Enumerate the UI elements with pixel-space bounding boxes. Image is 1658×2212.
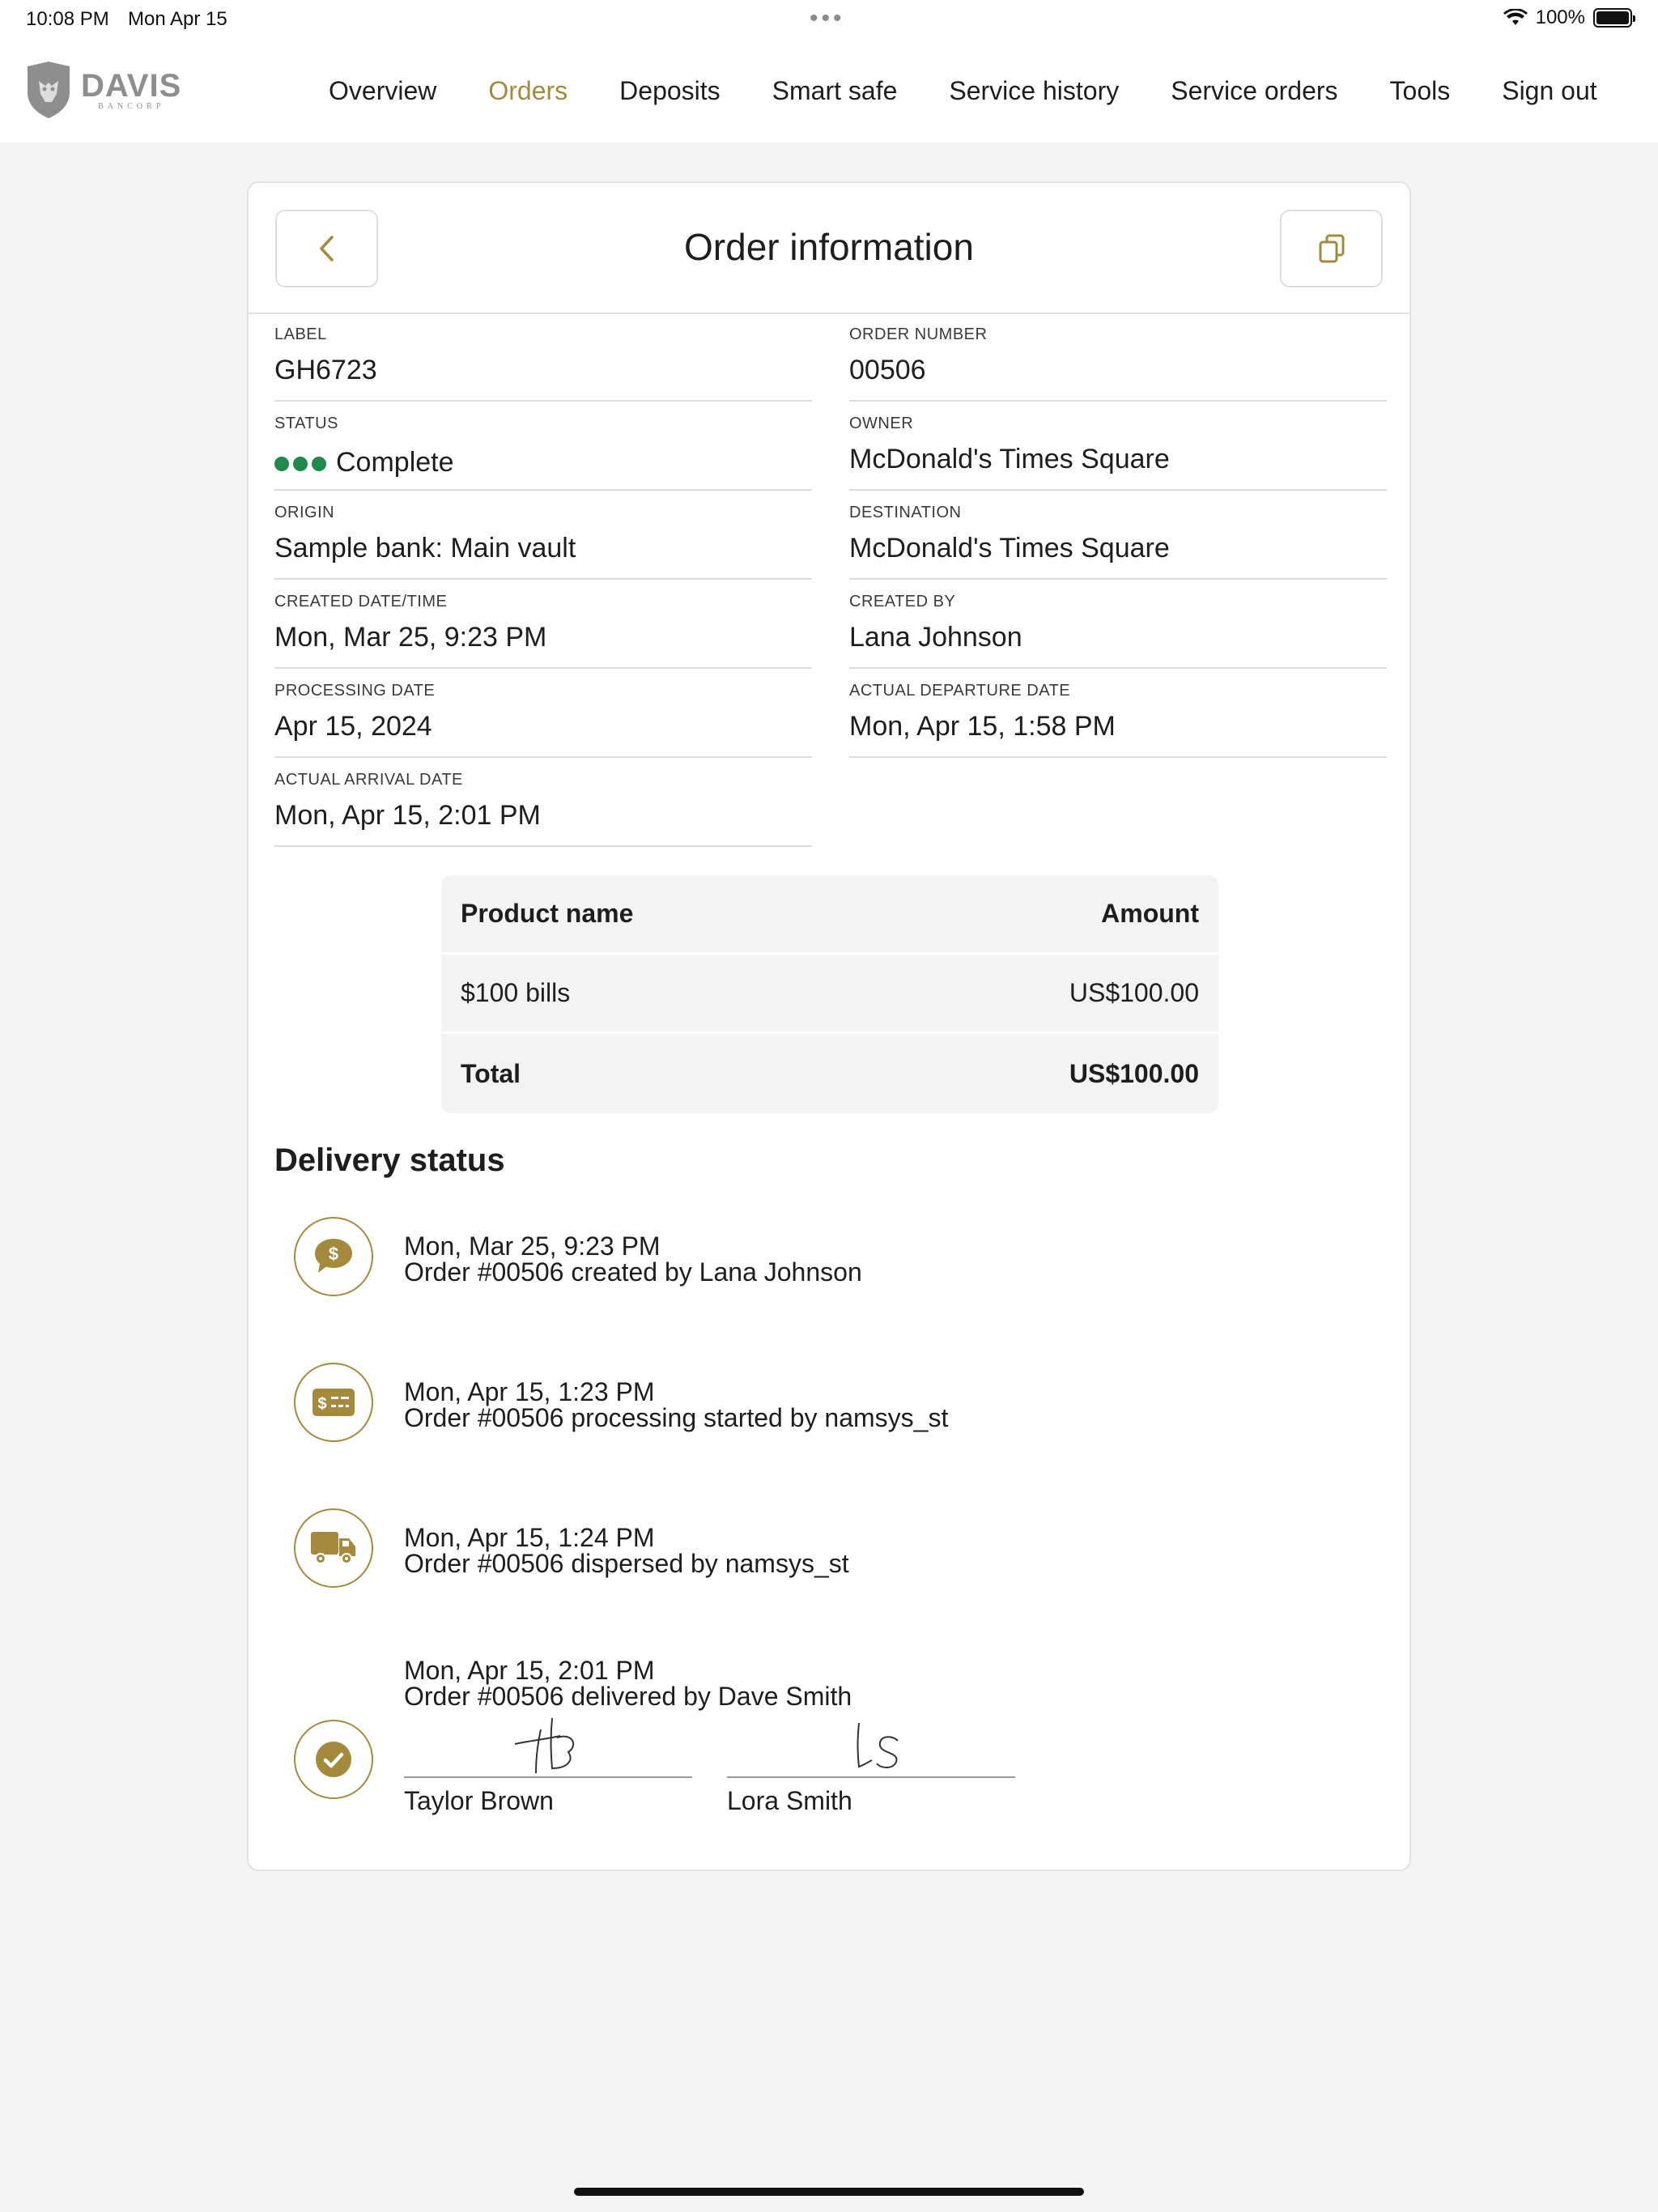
- signature-taylor-brown: Taylor Brown: [404, 1713, 692, 1816]
- table-row: $100 bills US$100.00: [441, 955, 1218, 1034]
- field-destination-caption: DESTINATION: [849, 504, 962, 521]
- field-actual-departure: ACTUAL DEPARTURE DATE Mon, Apr 15, 1:58 …: [849, 670, 1387, 758]
- field-origin: ORIGIN Sample bank: Main vault: [274, 492, 812, 580]
- field-owner-value: McDonald's Times Square: [849, 444, 1170, 474]
- field-owner: OWNER McDonald's Times Square: [849, 403, 1387, 491]
- status-dots-icon: [274, 457, 326, 472]
- copy-button[interactable]: [1280, 210, 1383, 287]
- cash-card-icon: $: [294, 1363, 373, 1442]
- status-bar: 10:08 PM Mon Apr 15 ••• 100%: [0, 0, 1658, 40]
- main-nav: Overview Orders Deposits Smart safe Serv…: [329, 76, 1597, 106]
- signature-lora-smith: Lora Smith: [727, 1713, 1015, 1816]
- product-amount-cell: US$100.00: [1069, 978, 1199, 1007]
- event-date: Mon, Apr 15, 1:23 PM: [404, 1377, 655, 1406]
- field-created-datetime-caption: CREATED DATE/TIME: [274, 593, 448, 610]
- field-actual-departure-caption: ACTUAL DEPARTURE DATE: [849, 682, 1071, 700]
- check-circle-icon: [294, 1720, 373, 1799]
- delivery-status-title: Delivery status: [274, 1142, 505, 1178]
- field-order-number-caption: ORDER NUMBER: [849, 325, 988, 343]
- nav-item-sign-out[interactable]: Sign out: [1502, 76, 1596, 106]
- page-title: Order information: [684, 226, 974, 268]
- event-description: Order #00506 delivered by Dave Smith: [404, 1682, 852, 1711]
- field-actual-arrival-value: Mon, Apr 15, 2:01 PM: [274, 800, 541, 831]
- field-created-datetime: CREATED DATE/TIME Mon, Mar 25, 9:23 PM: [274, 581, 812, 669]
- field-created-by-value: Lana Johnson: [849, 622, 1022, 653]
- svg-text:$: $: [329, 1244, 338, 1264]
- field-created-by-caption: CREATED BY: [849, 593, 956, 610]
- field-processing-date-caption: PROCESSING DATE: [274, 682, 436, 700]
- field-origin-caption: ORIGIN: [274, 504, 335, 521]
- signer-name: Lora Smith: [727, 1786, 852, 1815]
- field-actual-departure-value: Mon, Apr 15, 1:58 PM: [849, 711, 1116, 742]
- total-label: Total: [461, 1058, 521, 1088]
- field-origin-value: Sample bank: Main vault: [274, 533, 576, 564]
- field-destination: DESTINATION McDonald's Times Square: [849, 492, 1387, 580]
- nav-item-service-history[interactable]: Service history: [949, 76, 1119, 106]
- battery-icon: [1593, 8, 1635, 28]
- order-info-card: Order information LABEL GH6723 ORDER NUM…: [247, 181, 1411, 1871]
- total-amount: US$100.00: [1069, 1058, 1199, 1088]
- field-status: STATUS Complete: [274, 403, 812, 491]
- event-description: Order #00506 created by Lana Johnson: [404, 1257, 862, 1287]
- product-name-cell: $100 bills: [461, 978, 571, 1007]
- status-right: 100%: [1503, 6, 1635, 29]
- lion-shield-icon: [28, 62, 70, 118]
- table-total-row: Total US$100.00: [441, 1034, 1218, 1113]
- card-header: Order information: [249, 183, 1409, 314]
- product-table: Product name Amount $100 bills US$100.00…: [441, 875, 1218, 1113]
- field-status-value-wrap: Complete: [274, 447, 454, 479]
- event-processing-text: Mon, Apr 15, 1:23 PM Order #00506 proces…: [404, 1379, 948, 1431]
- davis-logo[interactable]: DAVIS BANCORP: [24, 62, 181, 118]
- field-destination-value: McDonald's Times Square: [849, 533, 1170, 564]
- field-label-caption: LABEL: [274, 325, 327, 343]
- wifi-icon: [1503, 9, 1528, 25]
- nav-item-orders[interactable]: Orders: [488, 76, 568, 106]
- table-header-row: Product name Amount: [441, 875, 1218, 955]
- multitasking-dots-icon[interactable]: •••: [810, 5, 845, 32]
- field-processing-date: PROCESSING DATE Apr 15, 2024: [274, 670, 812, 758]
- event-delivered-text: Mon, Apr 15, 2:01 PM Order #00506 delive…: [404, 1657, 852, 1709]
- field-order-number: ORDER NUMBER 00506: [849, 314, 1387, 402]
- event-description: Order #00506 dispersed by namsys_st: [404, 1549, 849, 1578]
- nav-item-service-orders[interactable]: Service orders: [1171, 76, 1337, 106]
- signature-mark: [404, 1713, 692, 1778]
- field-status-caption: STATUS: [274, 415, 338, 432]
- field-label: LABEL GH6723: [274, 314, 812, 402]
- field-created-by: CREATED BY Lana Johnson: [849, 581, 1387, 669]
- event-date: Mon, Apr 15, 2:01 PM: [404, 1656, 655, 1685]
- signature-mark: [727, 1713, 1015, 1778]
- top-navbar: DAVIS BANCORP Overview Orders Deposits S…: [0, 40, 1658, 143]
- svg-text:$: $: [317, 1395, 326, 1413]
- home-indicator[interactable]: [574, 2188, 1084, 2196]
- status-date: Mon Apr 15: [128, 8, 227, 30]
- truck-icon: [294, 1508, 373, 1588]
- event-description: Order #00506 processing started by namsy…: [404, 1403, 949, 1432]
- signer-name: Taylor Brown: [404, 1786, 554, 1815]
- brand-name: DAVIS: [81, 67, 182, 104]
- copy-icon: [1319, 234, 1344, 263]
- event-date: Mon, Mar 25, 9:23 PM: [404, 1231, 661, 1261]
- battery-percent: 100%: [1535, 6, 1585, 28]
- field-processing-date-value: Apr 15, 2024: [274, 711, 432, 742]
- field-created-datetime-value: Mon, Mar 25, 9:23 PM: [274, 622, 547, 653]
- nav-item-smart-safe[interactable]: Smart safe: [772, 76, 898, 106]
- event-created-text: Mon, Mar 25, 9:23 PM Order #00506 create…: [404, 1233, 862, 1285]
- brand-sub: BANCORP: [98, 101, 165, 111]
- field-actual-arrival: ACTUAL ARRIVAL DATE Mon, Apr 15, 2:01 PM: [274, 759, 812, 847]
- nav-item-deposits[interactable]: Deposits: [619, 76, 721, 106]
- field-order-number-value: 00506: [849, 355, 926, 385]
- status-time: 10:08 PM: [26, 8, 109, 30]
- event-dispersed-text: Mon, Apr 15, 1:24 PM Order #00506 disper…: [404, 1525, 849, 1576]
- header-product-name: Product name: [461, 899, 634, 928]
- event-date: Mon, Apr 15, 1:24 PM: [404, 1523, 655, 1552]
- field-owner-caption: OWNER: [849, 415, 914, 432]
- money-chat-icon: $: [294, 1217, 373, 1296]
- nav-item-tools[interactable]: Tools: [1390, 76, 1451, 106]
- nav-item-overview[interactable]: Overview: [329, 76, 436, 106]
- header-amount: Amount: [1101, 899, 1199, 928]
- field-status-value: Complete: [336, 447, 454, 478]
- field-actual-arrival-caption: ACTUAL ARRIVAL DATE: [274, 771, 463, 789]
- field-label-value: GH6723: [274, 355, 377, 385]
